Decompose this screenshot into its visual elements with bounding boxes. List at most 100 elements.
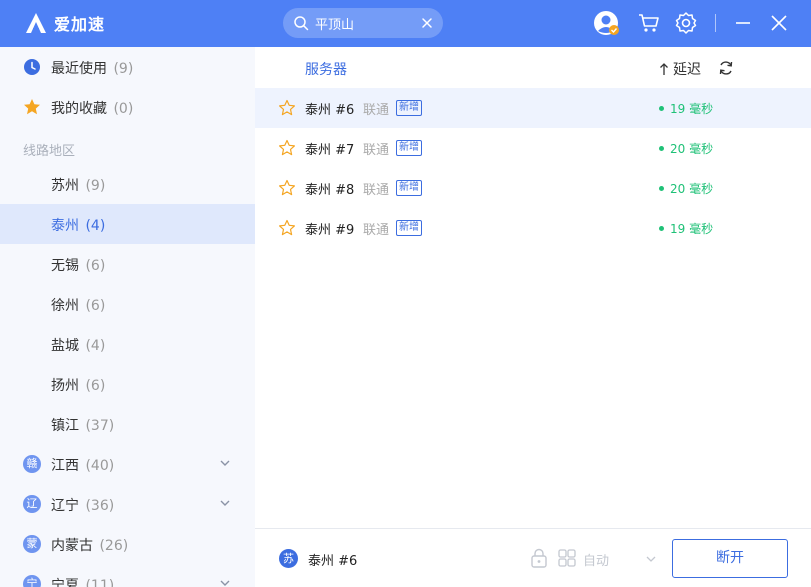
sidebar-item-recent[interactable]: 最近使用 (9): [0, 47, 255, 87]
status-dot-icon: [659, 226, 664, 231]
server-latency: 20 毫秒: [659, 180, 713, 197]
province-label: 宁夏: [51, 578, 79, 587]
sidebar-item-city[interactable]: 无锡 (6): [0, 244, 255, 284]
cart-icon[interactable]: [636, 10, 662, 36]
status-dot-icon: [659, 186, 664, 191]
sidebar-item-province[interactable]: 赣 江西 (40): [0, 444, 255, 484]
city-count: (4): [85, 338, 106, 354]
new-badge: 新增: [396, 220, 422, 236]
server-row[interactable]: 泰州 #8 联通 新增 20 毫秒: [255, 168, 811, 208]
server-row[interactable]: 泰州 #7 联通 新增 20 毫秒: [255, 128, 811, 168]
server-isp: 联通: [363, 143, 390, 158]
new-badge: 新增: [396, 100, 422, 116]
province-count: (26): [99, 538, 129, 554]
chevron-down-icon[interactable]: [219, 457, 231, 469]
server-name: 泰州 #6: [305, 103, 355, 118]
city-label: 苏州: [51, 178, 79, 194]
title-bar: 爱加速 平顶山: [0, 0, 811, 47]
latency-value: 19 毫秒: [670, 222, 714, 236]
search-box[interactable]: 平顶山: [283, 8, 443, 38]
new-badge: 新增: [396, 140, 422, 156]
province-count: (11): [85, 578, 115, 587]
server-isp: 联通: [363, 223, 390, 238]
sidebar-item-count: (0): [113, 101, 134, 117]
chevron-down-icon[interactable]: [219, 497, 231, 509]
clear-search-icon[interactable]: [419, 15, 435, 31]
sidebar-item-city[interactable]: 扬州 (6): [0, 364, 255, 404]
sidebar-item-province[interactable]: 宁 宁夏 (11): [0, 564, 255, 587]
server-isp: 联通: [363, 103, 390, 118]
connection-bar: 苏 泰州 #6 自动 断开: [255, 528, 811, 587]
province-count: (40): [85, 458, 115, 474]
city-count: (6): [85, 378, 106, 394]
column-server: 服务器: [305, 62, 347, 78]
city-count: (37): [85, 418, 115, 434]
chevron-down-icon[interactable]: [219, 577, 231, 587]
clock-icon: [24, 59, 40, 75]
status-dot-icon: [659, 146, 664, 151]
search-input[interactable]: 平顶山: [315, 14, 354, 33]
current-server-name: 泰州 #6: [308, 554, 358, 569]
column-latency-sort[interactable]: 延迟: [659, 59, 701, 79]
sidebar-item-label: 最近使用: [51, 61, 107, 77]
chevron-down-icon[interactable]: [645, 553, 657, 565]
server-row[interactable]: 泰州 #9 联通 新增 19 毫秒: [255, 208, 811, 248]
city-label: 徐州: [51, 298, 79, 314]
sidebar-item-city[interactable]: 苏州 (9): [0, 164, 255, 204]
column-latency-label: 延迟: [673, 62, 701, 78]
user-avatar-icon[interactable]: [593, 10, 619, 36]
city-count: (6): [85, 298, 106, 314]
server-row[interactable]: 泰州 #6 联通 新增 19 毫秒: [255, 88, 811, 128]
sidebar-item-city[interactable]: 徐州 (6): [0, 284, 255, 324]
sidebar-item-city[interactable]: 盐城 (4): [0, 324, 255, 364]
list-header: 服务器 延迟: [255, 47, 811, 89]
minimize-icon[interactable]: [730, 10, 756, 36]
sidebar-item-favorites[interactable]: 我的收藏 (0): [0, 87, 255, 127]
star-outline-icon[interactable]: [278, 139, 296, 157]
mode-select[interactable]: 自动: [583, 550, 609, 569]
province-badge: 蒙: [23, 535, 41, 553]
search-icon: [294, 16, 309, 31]
region-sidebar: 最近使用 (9) 我的收藏 (0) 线路地区 苏州 (9) 泰州 (4) 无锡 …: [0, 47, 255, 587]
city-label: 泰州: [51, 218, 79, 234]
city-count: (9): [85, 178, 106, 194]
city-label: 盐城: [51, 338, 79, 354]
server-list-panel: 服务器 延迟 泰州 #6 联通 新增 19 毫秒 泰州 #7 联通 新增 20 …: [255, 47, 811, 528]
sidebar-item-count: (9): [113, 61, 134, 77]
sidebar-item-province[interactable]: 蒙 内蒙古 (26): [0, 524, 255, 564]
province-label: 辽宁: [51, 498, 79, 514]
server-latency: 20 毫秒: [659, 140, 713, 157]
refresh-icon[interactable]: [717, 59, 735, 77]
province-badge: 辽: [23, 495, 41, 513]
city-count: (6): [85, 258, 106, 274]
section-title: 线路地区: [23, 144, 76, 159]
server-name: 泰州 #7: [305, 143, 355, 158]
close-icon[interactable]: [766, 10, 792, 36]
star-outline-icon[interactable]: [278, 219, 296, 237]
province-count: (36): [85, 498, 115, 514]
server-isp: 联通: [363, 183, 390, 198]
province-badge: 赣: [23, 455, 41, 473]
sidebar-item-city[interactable]: 镇江 (37): [0, 404, 255, 444]
new-badge: 新增: [396, 180, 422, 196]
latency-value: 20 毫秒: [670, 142, 714, 156]
status-dot-icon: [659, 106, 664, 111]
server-name: 泰州 #9: [305, 223, 355, 238]
settings-gear-icon[interactable]: [673, 10, 699, 36]
sidebar-item-city-selected[interactable]: 泰州 (4): [0, 204, 255, 244]
latency-value: 20 毫秒: [670, 182, 714, 196]
sidebar-item-province[interactable]: 辽 辽宁 (36): [0, 484, 255, 524]
province-label: 内蒙古: [51, 538, 93, 554]
disconnect-button[interactable]: 断开: [672, 539, 788, 578]
server-name: 泰州 #8: [305, 183, 355, 198]
server-latency: 19 毫秒: [659, 220, 713, 237]
server-latency: 19 毫秒: [659, 100, 713, 117]
current-region-badge: 苏: [279, 549, 298, 568]
city-count: (4): [85, 218, 106, 234]
star-filled-icon: [24, 99, 40, 115]
star-outline-icon[interactable]: [278, 99, 296, 117]
sort-arrow-up-icon: [660, 63, 668, 75]
mode-grid-icon: [558, 549, 576, 567]
star-outline-icon[interactable]: [278, 179, 296, 197]
header-divider: [715, 14, 716, 32]
